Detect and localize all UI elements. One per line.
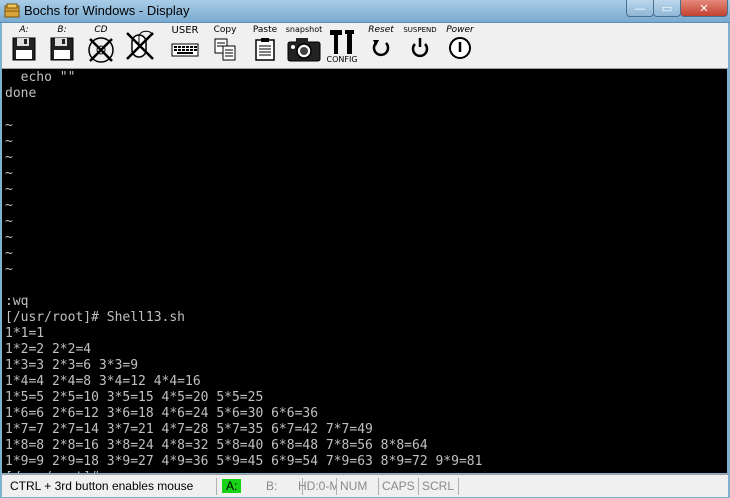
toolbar: A: B: CD USER Copy Paste snapshot CONFIG…	[2, 23, 728, 69]
reset-icon	[372, 40, 390, 57]
suspend-icon	[411, 38, 429, 58]
floppy-a-button[interactable]: A:	[8, 26, 40, 66]
terminal-line: echo ""	[5, 70, 76, 85]
config-tools-icon	[330, 30, 354, 54]
drive-a-indicator: A:	[222, 479, 242, 493]
minimize-button[interactable]: —	[626, 0, 654, 17]
mouse-hint-text: CTRL + 3rd button enables mouse	[6, 478, 217, 495]
config-button[interactable]: CONFIG	[326, 28, 358, 68]
snapshot-label: snapshot	[285, 25, 323, 34]
terminal-line: ~	[5, 230, 13, 245]
mouse-disabled-icon	[126, 30, 154, 60]
camera-icon	[287, 38, 321, 62]
terminal-line: 1*7=7 2*7=14 3*7=21 4*7=28 5*7=35 6*7=42…	[5, 422, 373, 437]
power-button[interactable]: Power	[442, 26, 478, 66]
suspend-button[interactable]: SUSPEND	[402, 26, 438, 66]
close-icon: ✕	[699, 1, 709, 15]
suspend-label: SUSPEND	[403, 26, 437, 34]
floppy-a-label: A:	[19, 25, 29, 35]
status-bar: CTRL + 3rd button enables mouse A: B: HD…	[2, 474, 728, 497]
reset-button[interactable]: Reset	[364, 26, 398, 66]
terminal-line: 1*6=6 2*6=12 3*6=18 4*6=24 5*6=30 6*6=36	[5, 406, 319, 421]
copy-icon	[214, 38, 236, 61]
hd-indicator: HD:0-M	[294, 478, 337, 495]
window-title: Bochs for Windows - Display	[24, 3, 190, 18]
user-label: USER	[171, 25, 199, 36]
cdrom-disabled-icon	[88, 37, 114, 63]
paste-label: Paste	[252, 25, 278, 35]
close-button[interactable]: ✕	[680, 0, 728, 17]
minimize-icon: —	[634, 1, 646, 15]
terminal-line: :wq	[5, 294, 29, 309]
bochs-app-icon	[4, 3, 20, 18]
terminal-line: 1*3=3 2*3=6 3*3=9	[5, 358, 139, 373]
terminal-line: 1*5=5 2*5=10 3*5=15 4*5=20 5*5=25	[5, 390, 264, 405]
terminal-line: ~	[5, 134, 13, 149]
maximize-button[interactable]: ▭	[653, 0, 681, 17]
power-icon	[449, 37, 471, 59]
title-bar: Bochs for Windows - Display — ▭ ✕	[0, 0, 730, 23]
terminal-line: 1*4=4 2*4=8 3*4=12 4*4=16	[5, 374, 201, 389]
terminal-line: ~	[5, 150, 13, 165]
caps-lock-indicator: CAPS	[378, 478, 419, 495]
keyboard-icon	[171, 43, 199, 57]
copy-button[interactable]: Copy	[208, 26, 242, 66]
reset-label: Reset	[368, 25, 394, 35]
num-lock-indicator: NUM	[336, 478, 379, 495]
terminal-line: 1*9=9 2*9=18 3*9=27 4*9=36 5*9=45 6*9=54…	[5, 454, 483, 469]
terminal-line: ~	[5, 118, 13, 133]
floppy-disk-icon	[12, 37, 36, 61]
drive-a-indicator-cell: A:	[218, 478, 252, 495]
terminal-line: ~	[5, 262, 13, 277]
floppy-disk-icon	[50, 37, 74, 61]
paste-button[interactable]: Paste	[248, 26, 282, 66]
terminal-line: ~	[5, 198, 13, 213]
terminal-line: 1*2=2 2*2=4	[5, 342, 92, 357]
terminal-line: ~	[5, 214, 13, 229]
floppy-b-label: B:	[57, 25, 67, 35]
terminal-line: 1*1=1	[5, 326, 45, 341]
scroll-lock-indicator: SCRL	[418, 478, 459, 495]
emulator-display[interactable]: echo "" done ~ ~ ~ ~ ~ ~ ~ ~ ~ ~:wq [/usr/root]# She…	[2, 69, 727, 473]
floppy-b-button[interactable]: B:	[46, 26, 78, 66]
terminal-line: ~	[5, 246, 13, 261]
terminal-line: 1*8=8 2*8=16 3*8=24 4*8=32 5*8=40 6*8=48…	[5, 438, 428, 453]
config-label: CONFIG	[326, 55, 358, 64]
paste-clipboard-icon	[255, 38, 275, 61]
mouse-toggle-button[interactable]	[122, 29, 158, 69]
maximize-icon: ▭	[661, 1, 673, 15]
terminal-line: done	[5, 86, 37, 101]
copy-label: Copy	[213, 25, 237, 35]
terminal-line: [/usr/root]#	[5, 470, 107, 473]
terminal-line: ~	[5, 182, 13, 197]
cdrom-label: CD	[94, 25, 108, 35]
snapshot-button[interactable]: snapshot	[284, 25, 324, 65]
terminal-line: ~	[5, 166, 13, 181]
user-button[interactable]: USER	[168, 26, 202, 66]
cdrom-button[interactable]: CD	[84, 26, 118, 66]
power-label: Power	[446, 25, 474, 35]
terminal-line: [/usr/root]# Shell13.sh	[5, 310, 186, 325]
